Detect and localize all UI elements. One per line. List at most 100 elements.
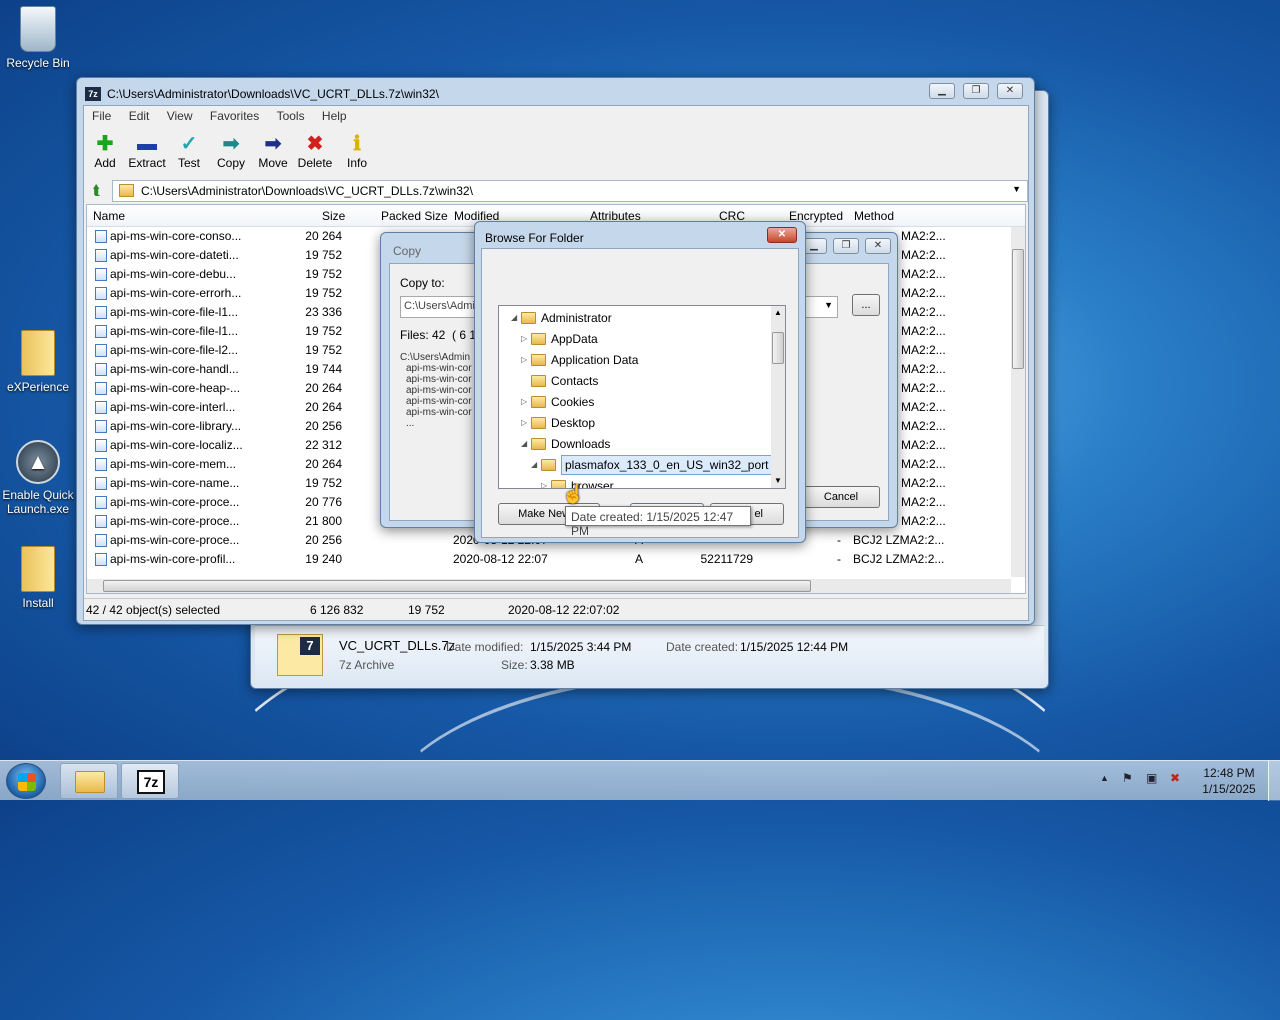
maximize-button[interactable]: ❐: [963, 83, 989, 99]
close-button[interactable]: ✕: [997, 83, 1023, 99]
desktop-icon-experience[interactable]: eXPerience: [0, 330, 76, 394]
tree-scrollbar[interactable]: ▲ ▼: [771, 306, 785, 488]
scroll-down-icon[interactable]: ▼: [774, 476, 782, 485]
desktop-icon-label: Enable Quick Launch.exe: [2, 488, 74, 516]
tree-item[interactable]: ◢ Administrator: [499, 308, 769, 328]
desktop-icon-install[interactable]: Install: [0, 546, 76, 610]
scroll-thumb[interactable]: [772, 332, 784, 364]
add-button[interactable]: ✚ Add: [84, 132, 126, 170]
scroll-thumb[interactable]: [1012, 249, 1024, 369]
expanded-arrow-icon[interactable]: ◢: [511, 308, 517, 328]
wallpaper-swirl: [380, 670, 1080, 970]
chevron-down-icon[interactable]: ▼: [1012, 184, 1021, 194]
action-center-flag-icon[interactable]: ⚑: [1122, 771, 1133, 785]
tooltip: Date created: 1/15/2025 12:47 PM: [565, 506, 751, 538]
menu-view[interactable]: View: [167, 109, 193, 123]
show-hidden-icons-icon[interactable]: ▲: [1100, 773, 1109, 783]
file-icon: [95, 515, 107, 528]
up-folder-button[interactable]: ⮬: [88, 181, 106, 199]
tree-item[interactable]: ◢ Downloads: [499, 434, 769, 454]
row-size: 19 752: [305, 324, 342, 338]
menu-tools[interactable]: Tools: [277, 109, 305, 123]
row-method: MA2:2...: [901, 476, 946, 490]
folder-icon: [541, 459, 556, 471]
desktop-icon-enable-quick-launch[interactable]: ▲ Enable Quick Launch.exe: [0, 440, 76, 516]
file-icon: [95, 458, 107, 471]
tree-item[interactable]: ▷ Application Data: [499, 350, 769, 370]
menu-favorites[interactable]: Favorites: [210, 109, 259, 123]
tree-item[interactable]: ▷ browser: [499, 476, 769, 488]
browse-button[interactable]: ...: [852, 294, 880, 316]
window-app-icon: 7z: [85, 87, 101, 101]
file-icon: [95, 344, 107, 357]
close-button[interactable]: ✕: [767, 227, 797, 243]
row-method: BCJ2 LZMA2:2...: [853, 552, 945, 566]
chevron-down-icon[interactable]: ▼: [824, 300, 833, 310]
browse-folder-dialog[interactable]: Browse For Folder ✕ ◢ Administrator ▷ AppDa…: [474, 221, 806, 543]
column-name[interactable]: Name: [93, 205, 125, 227]
file-icon: [95, 439, 107, 452]
row-modified: 2020-08-12 22:07: [453, 552, 548, 566]
taskbar-explorer-button[interactable]: [60, 763, 118, 799]
scroll-up-icon[interactable]: ▲: [774, 308, 782, 317]
horizontal-scrollbar[interactable]: [87, 579, 1011, 593]
copy-dialog-title: Copy: [393, 244, 422, 258]
tree-item[interactable]: ▷ Cookies: [499, 392, 769, 412]
start-button[interactable]: [6, 763, 46, 799]
delete-button[interactable]: ✖ Delete: [294, 132, 336, 170]
move-button[interactable]: ➡ Move: [252, 132, 294, 170]
tree-item[interactable]: ▷ AppData: [499, 329, 769, 349]
maximize-button[interactable]: ❐: [833, 238, 859, 254]
collapsed-arrow-icon[interactable]: ▷: [521, 329, 527, 349]
desktop-icon-label: Recycle Bin: [6, 56, 70, 70]
expanded-arrow-icon[interactable]: ◢: [531, 455, 537, 475]
table-row[interactable]: api-ms-win-core-profil... 19 240 2020-08-1…: [87, 550, 1007, 569]
copy-button[interactable]: ➡ Copy: [210, 132, 252, 170]
column-size[interactable]: Size: [322, 205, 345, 227]
folder-icon: [75, 771, 105, 793]
file-icon: [95, 401, 107, 414]
close-button[interactable]: ✕: [865, 238, 891, 254]
tree-item[interactable]: ▷ Desktop: [499, 413, 769, 433]
test-button[interactable]: ✓ Test: [168, 132, 210, 170]
minus-icon: ▬: [137, 133, 157, 155]
row-name: api-ms-win-core-proce...: [110, 514, 240, 528]
row-method: MA2:2...: [901, 419, 946, 433]
scroll-thumb[interactable]: [103, 580, 811, 592]
row-name: api-ms-win-core-file-l1...: [110, 324, 239, 338]
show-desktop-button[interactable]: [1268, 761, 1280, 801]
tree-item[interactable]: ◢ plasmafox_133_0_en_US_win32_port: [499, 455, 773, 475]
folder-tree[interactable]: ◢ Administrator ▷ AppData ▷ Application Data C…: [498, 305, 786, 489]
file-icon: [95, 249, 107, 262]
tree-item[interactable]: Contacts: [499, 371, 769, 391]
collapsed-arrow-icon[interactable]: ▷: [521, 350, 527, 370]
taskbar-7zip-button[interactable]: 7z: [121, 763, 179, 799]
minimize-button[interactable]: ▁: [929, 83, 955, 99]
vertical-scrollbar[interactable]: [1011, 227, 1025, 577]
info-button[interactable]: ℹ Info: [336, 132, 378, 170]
row-name: api-ms-win-core-conso...: [110, 229, 242, 243]
menu-edit[interactable]: Edit: [129, 109, 150, 123]
menu-file[interactable]: File: [92, 109, 111, 123]
details-size-value: 3.38 MB: [530, 658, 575, 672]
extract-button[interactable]: ▬ Extract: [126, 132, 168, 170]
menu-help[interactable]: Help: [322, 109, 347, 123]
volume-muted-icon[interactable]: ✖: [1170, 771, 1180, 785]
browse-dialog-title: Browse For Folder: [485, 231, 584, 245]
column-method[interactable]: Method: [854, 205, 894, 227]
file-icon: [95, 382, 107, 395]
collapsed-arrow-icon[interactable]: ▷: [541, 476, 547, 488]
mouse-cursor-icon: ☝: [562, 484, 585, 504]
collapsed-arrow-icon[interactable]: ▷: [521, 392, 527, 412]
column-packed-size[interactable]: Packed Size: [381, 205, 448, 227]
copy-cancel-button[interactable]: Cancel: [802, 486, 880, 508]
row-method: MA2:2...: [901, 362, 946, 376]
display-icon[interactable]: ▣: [1146, 771, 1157, 785]
desktop-icon-recycle-bin[interactable]: Recycle Bin: [0, 6, 76, 70]
expanded-arrow-icon[interactable]: ◢: [521, 434, 527, 454]
folder-icon: [531, 333, 546, 345]
windows-logo-icon: [18, 773, 36, 791]
collapsed-arrow-icon[interactable]: ▷: [521, 413, 527, 433]
address-bar[interactable]: C:\Users\Administrator\Downloads\VC_UCRT…: [112, 180, 1028, 202]
clock[interactable]: 12:48 PM 1/15/2025: [1196, 765, 1262, 797]
